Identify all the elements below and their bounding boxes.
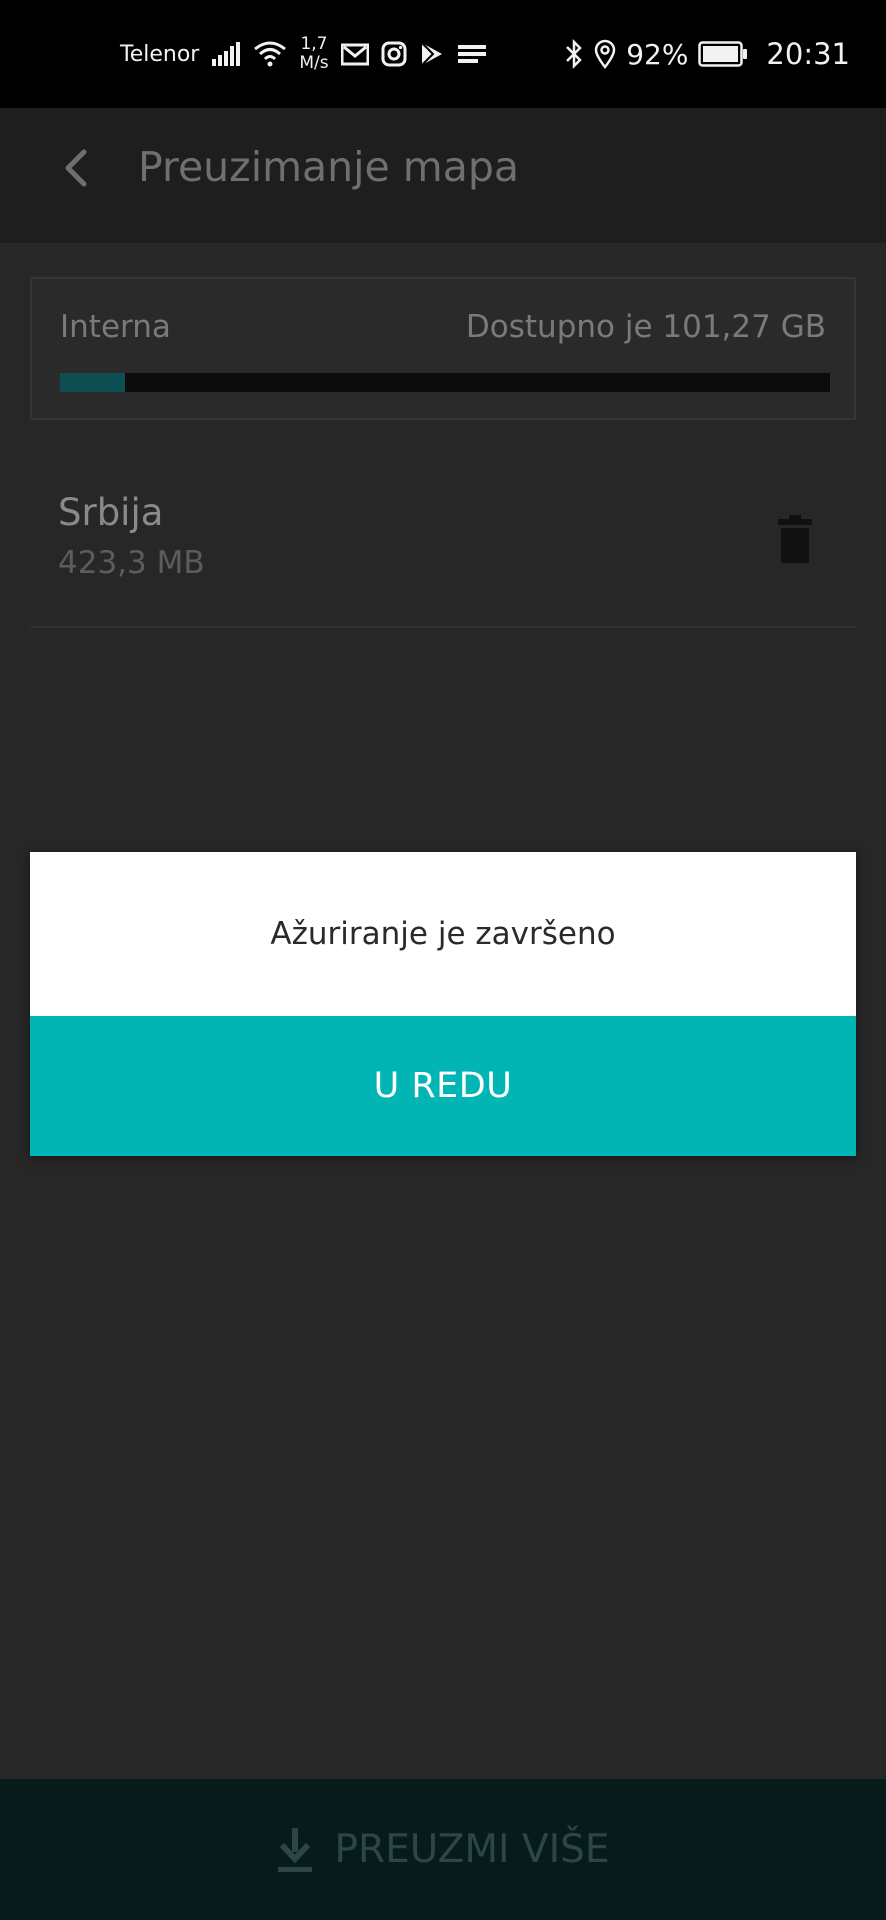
carrier-name: Telenor (120, 41, 200, 67)
signal-icon (211, 41, 241, 67)
storage-available: Dostupno je 101,27 GB (465, 309, 826, 345)
battery-icon (698, 41, 748, 67)
bluetooth-icon (564, 39, 584, 69)
app-bar: Preuzimanje mapa (0, 108, 886, 243)
network-speed-value: 1,7 (300, 34, 328, 54)
wifi-icon (253, 40, 287, 68)
page-title: Preuzimanje mapa (138, 143, 519, 191)
ok-button[interactable]: U REDU (30, 1016, 856, 1156)
play-store-icon (419, 41, 445, 67)
update-complete-dialog: Ažuriranje je završeno U REDU (30, 852, 856, 1156)
clock-time: 20:31 (766, 37, 850, 71)
trash-icon (778, 515, 812, 563)
network-speed: 1,7 M/s (299, 35, 328, 73)
map-size: 423,3 MB (58, 545, 205, 581)
map-name: Srbija (58, 491, 164, 534)
chevron-left-icon (65, 149, 87, 187)
map-item[interactable]: Srbija 423,3 MB (30, 473, 856, 628)
download-more-button[interactable]: PREUZMI VIŠE (0, 1779, 886, 1920)
download-more-label: PREUZMI VIŠE (334, 1827, 610, 1872)
download-icon (277, 1827, 312, 1872)
storage-usage-fill (60, 373, 126, 392)
storage-usage-bar (60, 373, 830, 392)
status-bar-right: 92% 20:31 (564, 30, 850, 78)
delete-map-button[interactable] (770, 509, 820, 569)
dialog-message: Ažuriranje je završeno (270, 916, 616, 952)
instagram-icon (381, 41, 407, 67)
battery-percent: 92% (626, 37, 689, 71)
storage-card: Interna Dostupno je 101,27 GB (30, 277, 856, 420)
network-speed-unit: M/s (299, 53, 329, 73)
status-bar-left: Telenor 1,7 M/s (120, 30, 487, 78)
back-button[interactable] (50, 138, 100, 198)
notification-lines-icon (457, 43, 487, 65)
gmail-icon (340, 42, 369, 66)
status-bar: Telenor 1,7 M/s 92% 20:31 (0, 0, 886, 108)
storage-name: Interna (60, 309, 171, 345)
location-icon (594, 39, 616, 69)
